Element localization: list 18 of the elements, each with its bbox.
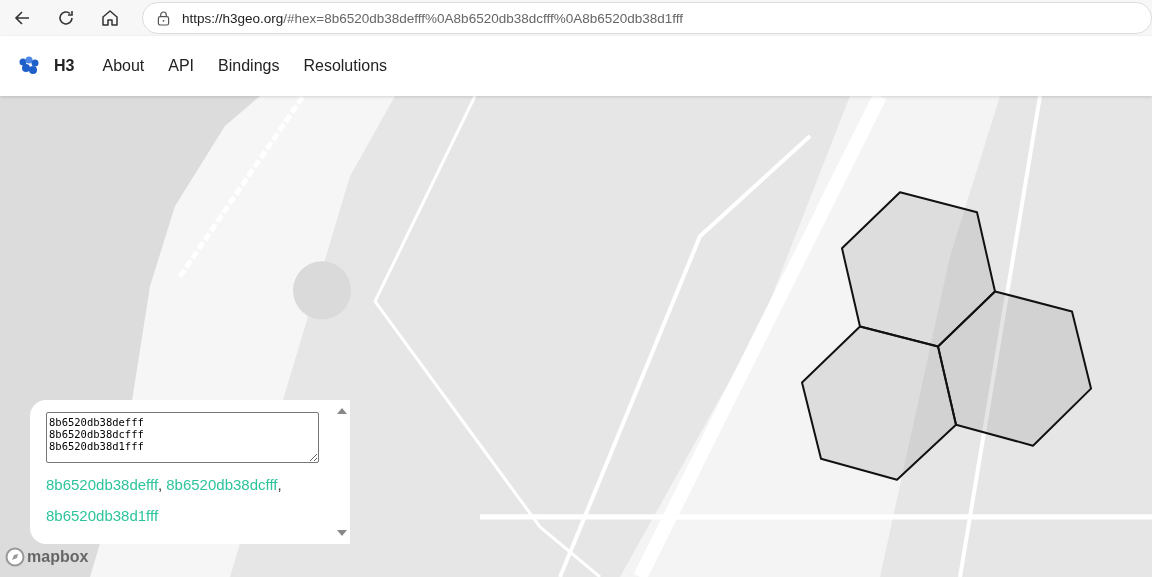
scroll-down-icon[interactable] xyxy=(337,530,347,536)
comma-separator: , xyxy=(158,476,163,493)
nav-link[interactable]: Bindings xyxy=(218,57,280,75)
comma-separator: , xyxy=(277,476,282,493)
nav-link[interactable]: API xyxy=(168,57,195,75)
nav-link[interactable]: Resolutions xyxy=(303,57,388,75)
address-bar[interactable]: https://h3geo.org/#hex=8b6520db38defff%0A8b6520db38dcfff%0A8b6520db38d1fff xyxy=(142,2,1152,34)
brand-link[interactable]: H3 xyxy=(54,57,75,75)
home-icon[interactable] xyxy=(100,8,120,28)
scroll-up-icon[interactable] xyxy=(337,408,347,414)
reload-icon[interactable] xyxy=(56,8,76,28)
mapbox-logo[interactable]: mapbox xyxy=(5,547,89,567)
lock-icon xyxy=(157,10,170,26)
nav-link[interactable]: About xyxy=(102,57,145,75)
url-text: https://h3geo.org/#hex=8b6520db38defff%0A8b6520db38dcfff%0A8b6520db38d1fff xyxy=(182,10,684,26)
map-view[interactable]: 8b6520db38defff 8b6520db38dcfff 8b6520db38d1fff 8b6520db38defff, 8b6520db38dcfff, 8b6520db38d1fff mapbox xyxy=(0,96,1152,577)
mapbox-mark-icon xyxy=(5,547,25,567)
hex-input-field[interactable]: 8b6520db38defff 8b6520db38dcfff 8b6520db38d1fff xyxy=(46,412,319,463)
